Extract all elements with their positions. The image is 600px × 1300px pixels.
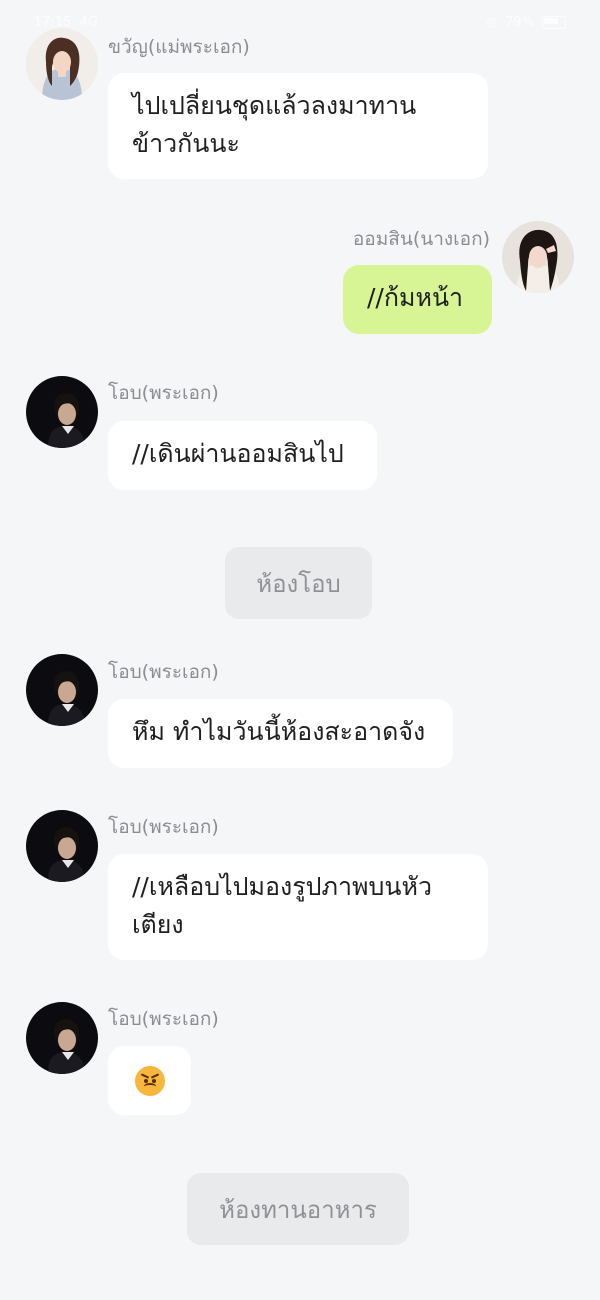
angry-face-emoji-icon bbox=[134, 1065, 165, 1096]
sender-name: โอบ(พระเอก) bbox=[108, 816, 219, 838]
scene-label-text: ห้องทานอาหาร bbox=[219, 1195, 377, 1224]
sender-name: โอบ(พระเอก) bbox=[108, 1008, 219, 1030]
scene-label-text: ห้องโอบ bbox=[256, 569, 341, 598]
scene-label: ห้องโอบ bbox=[225, 547, 372, 619]
vibrate-icon: ◎ bbox=[485, 14, 498, 30]
status-bar: 17:15 4G ◎ 79% bbox=[0, 0, 600, 44]
message-bubble[interactable]: //เดินผ่านออมสินไป bbox=[108, 421, 377, 490]
message-bubble[interactable] bbox=[108, 1046, 191, 1115]
message-text: //ก้มหน้า bbox=[367, 283, 464, 312]
message-bubble[interactable]: //ก้มหน้า bbox=[343, 265, 492, 334]
avatar[interactable] bbox=[26, 654, 98, 726]
sender-name: ออมสิน(นางเอก) bbox=[352, 228, 490, 250]
message-text-line: //เหลือบไปมองรูปภาพบนหัว bbox=[132, 872, 432, 901]
sender-name: โอบ(พระเอก) bbox=[108, 382, 219, 404]
man-dark-portrait-avatar bbox=[26, 1002, 98, 1074]
battery-icon bbox=[542, 15, 566, 29]
message-text-line: ข้าวกันนะ bbox=[132, 129, 240, 158]
network-indicator: 4G bbox=[79, 14, 98, 30]
message-text-line: ไปเปลี่ยนชุดแล้วลงมาทาน bbox=[132, 91, 417, 120]
message-bubble[interactable]: ไปเปลี่ยนชุดแล้วลงมาทาน ข้าวกันนะ bbox=[108, 73, 488, 179]
man-dark-portrait-avatar bbox=[26, 376, 98, 448]
girl-portrait-avatar bbox=[502, 221, 574, 293]
battery-percent: 79% bbox=[505, 14, 534, 30]
message-text: หึม ทำไมวันนี้ห้องสะอาดจัง bbox=[132, 717, 426, 746]
status-time: 17:15 bbox=[34, 14, 72, 30]
message-text-line: เตียง bbox=[132, 910, 184, 939]
message-bubble[interactable]: หึม ทำไมวันนี้ห้องสะอาดจัง bbox=[108, 699, 453, 768]
avatar[interactable] bbox=[26, 376, 98, 448]
man-dark-portrait-avatar bbox=[26, 654, 98, 726]
man-dark-portrait-avatar bbox=[26, 810, 98, 882]
avatar[interactable] bbox=[26, 1002, 98, 1074]
scene-label: ห้องทานอาหาร bbox=[187, 1173, 409, 1245]
message-bubble[interactable]: //เหลือบไปมองรูปภาพบนหัว เตียง bbox=[108, 854, 488, 960]
sender-name: โอบ(พระเอก) bbox=[108, 661, 219, 683]
message-text: //เดินผ่านออมสินไป bbox=[132, 439, 344, 468]
avatar[interactable] bbox=[26, 810, 98, 882]
avatar[interactable] bbox=[502, 221, 574, 293]
